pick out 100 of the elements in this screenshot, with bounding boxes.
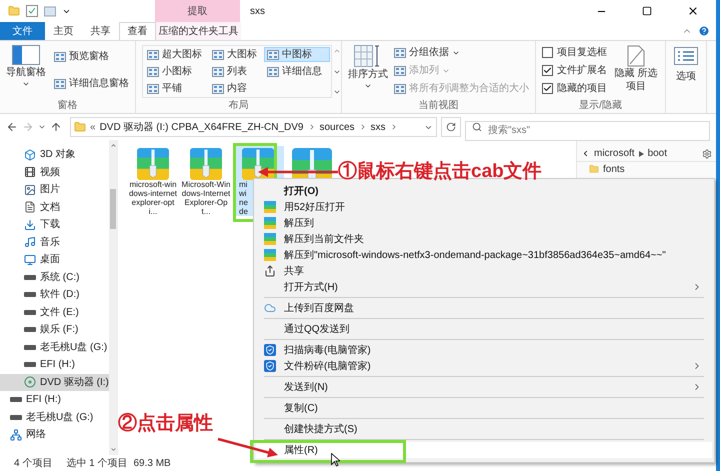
scroll-thumb[interactable] [110,189,116,229]
nav-item[interactable]: EFI (H:) [0,391,109,408]
view-icon [212,66,224,76]
help-icon[interactable] [698,25,710,37]
overflow-chevron[interactable]: « [90,120,96,134]
menu-item[interactable]: 上传到百度网盘 [256,300,712,316]
scroll-up-icon[interactable] [110,142,116,149]
menu-item[interactable]: 属性(R) [256,442,712,458]
view-icon [212,50,224,60]
back-icon[interactable] [6,121,18,133]
view-option[interactable]: 分组依据 [394,45,529,60]
ribbon-tab[interactable]: 文件 [0,22,45,40]
nav-item[interactable]: 老毛桃U盘 (G:) [0,408,109,426]
menu-item[interactable]: 解压到"microsoft-windows-netfx3-ondemand-package~31bf3856ad364e35~amd64~~" [256,247,712,263]
options-button[interactable]: 选项 [674,47,698,84]
address-bar[interactable]: « DVD 驱动器 (I:) CPBA_X64FRE_ZH-CN_DV9 sources sxs [70,117,437,137]
layout-option[interactable]: 超大图标 [144,47,206,62]
breadcrumb[interactable]: sxs [370,120,386,134]
file-name: microsoft-windows-internetexplorer-opti... [128,180,178,216]
checkbox[interactable] [542,47,553,58]
breadcrumb[interactable]: microsoft [594,146,635,161]
nav-item[interactable]: 软件 (D:) [0,286,109,304]
scroll-down-icon[interactable] [110,446,116,453]
menu-item[interactable]: 打开(O) [256,183,712,199]
ribbon-tab[interactable]: 查看 [119,22,156,40]
scroll-up-icon[interactable] [333,47,341,55]
folder-icon [74,121,86,133]
recent-locations-icon[interactable] [38,123,46,131]
window-title: sxs [250,4,265,18]
hide-selected-button[interactable]: 隐藏 所选项目 [613,45,659,96]
nav-item[interactable]: 3D 对象 [0,146,109,164]
layout-option[interactable]: 列表 [209,64,261,79]
nav-item[interactable]: 娱乐 (F:) [0,321,109,338]
menu-item[interactable]: 用52好压打开 [256,199,712,215]
back-icon[interactable] [581,149,590,158]
selection-count: 选中 1 个项目 [66,456,128,470]
view-icon [267,66,279,76]
view-icon [212,84,224,94]
drive-icon [24,362,36,368]
nav-item[interactable]: EFI (H:) [0,356,109,374]
maximize-icon [642,6,652,16]
drive-icon [24,274,36,280]
layout-option[interactable]: 小图标 [144,64,206,79]
breadcrumb[interactable]: sources [320,120,355,134]
search-field[interactable]: 搜索"sxs" [465,120,710,140]
file-item[interactable]: Microsoft-Windows-InternetExplorer-Opt... [181,146,231,216]
ribbon-tab[interactable]: 共享 [82,22,119,40]
expand-icon[interactable] [333,88,341,96]
menu-item[interactable]: 解压到当前文件夹 [256,231,712,247]
menu-item[interactable]: 通过QQ发送到 [256,321,712,337]
group-label: 窗格 [56,99,78,113]
page-icon [627,45,645,67]
nav-item[interactable]: 音乐 [0,234,109,251]
checkbox[interactable] [542,83,553,94]
layout-option[interactable]: 平铺 [144,81,206,96]
ribbon-tab[interactable]: 主页 [45,22,82,40]
disc-icon [24,376,36,388]
breadcrumb[interactable]: boot [648,146,668,161]
menu-item[interactable]: 复制(C) [256,400,712,416]
layout-option[interactable]: 内容 [209,81,261,96]
cloud-icon [264,302,276,314]
layout-option[interactable]: 大图标 [209,47,261,62]
menu-item[interactable]: 共享 [256,263,712,279]
cube-icon [24,148,36,161]
breadcrumb[interactable]: DVD 驱动器 (I:) CPBA_X64FRE_ZH-CN_DV9 [100,120,304,134]
file-item[interactable]: microsoft-windows-internetexplorer-opti... [128,146,178,216]
scrollbar[interactable] [109,140,117,455]
menu-item[interactable]: 创建快捷方式(S) [256,421,712,437]
selection-size: 69.3 MB [133,456,171,470]
column-icon [394,66,406,76]
properties-icon[interactable] [26,5,38,17]
menu-item[interactable]: 发送到(N) [256,379,712,395]
options-icon [674,47,698,65]
nav-item[interactable]: 文件 (E:) [0,304,109,321]
nav-item[interactable]: 网络 [0,426,109,444]
navigation-pane-button[interactable]: 导航窗格 [6,45,46,91]
menu-item[interactable]: 扫描病毒(电脑管家) [256,342,712,358]
menu-item[interactable]: 文件粉碎(电脑管家) [256,358,712,374]
checkbox[interactable] [542,65,553,76]
pane-toggle-button[interactable]: 预览窗格 [54,49,129,64]
sort-button[interactable]: 排序方式 [348,45,388,96]
nav-item[interactable]: DVD 驱动器 (I:) [0,374,109,391]
layout-option[interactable]: 中图标 [264,47,330,62]
nav-item[interactable]: 文档 [0,198,109,216]
document-icon [24,201,36,214]
settings-icon[interactable] [702,148,712,158]
refresh-button[interactable] [441,117,461,137]
menu-item[interactable]: 解压到 [256,215,712,231]
layout-option[interactable]: 详细信息 [264,64,330,79]
up-icon[interactable] [50,121,62,133]
menu-item[interactable]: 打开方式(H) [256,279,712,295]
nav-item[interactable]: 桌面 [0,251,109,268]
nav-item[interactable]: 视频 [0,164,109,181]
ribbon-tab[interactable]: 压缩的文件夹工具 [156,22,241,40]
nav-item[interactable]: 老毛桃U盘 (G:) [0,338,109,356]
pane-toggle-button[interactable]: 详细信息窗格 [54,76,129,91]
folder-row[interactable]: fonts [577,162,716,176]
nav-item[interactable]: 图片 [0,181,109,198]
nav-item[interactable]: 系统 (C:) [0,268,109,286]
nav-item[interactable]: 下载 [0,216,109,234]
